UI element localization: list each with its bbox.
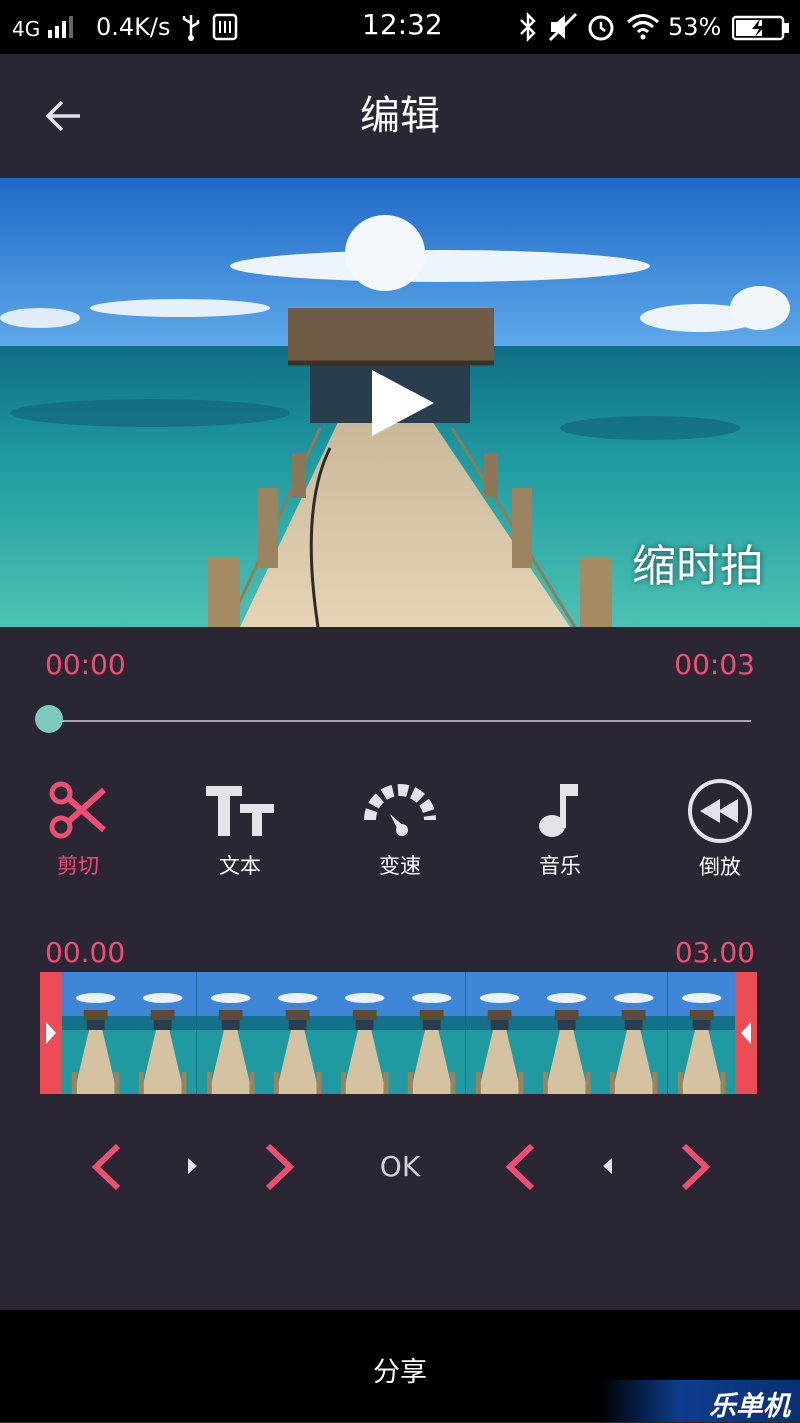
signal-icon	[48, 16, 73, 38]
timeline-frame	[129, 972, 197, 1094]
timeline-frame	[667, 972, 735, 1094]
video-preview[interactable]: 缩时拍	[0, 178, 800, 627]
start-next-button[interactable]	[252, 1140, 306, 1194]
speed-gauge-icon	[364, 784, 436, 836]
tool-speed-label: 变速	[379, 854, 421, 878]
handle-arrow-right-icon	[46, 1022, 56, 1044]
clock: 12:32	[362, 8, 443, 41]
page-title: 编辑	[360, 93, 440, 139]
tool-speed[interactable]: 变速	[340, 780, 460, 890]
trim-end-handle[interactable]	[735, 972, 757, 1094]
timeline-frame	[263, 972, 332, 1094]
storage-icon	[212, 13, 238, 41]
music-note-icon	[539, 784, 578, 837]
brand-logo: 乐单机	[600, 1380, 800, 1422]
bluetooth-icon	[520, 12, 536, 42]
battery-percent: 53%	[668, 13, 722, 41]
wifi-icon	[627, 14, 659, 40]
status-bar: 4G 0.4K/s 12:32 53%	[0, 0, 800, 54]
alarm-icon	[588, 15, 614, 41]
end-next-button[interactable]	[668, 1140, 722, 1194]
usb-icon	[182, 15, 200, 41]
text-icon	[206, 786, 274, 836]
timeline-frame	[62, 972, 130, 1094]
tool-music[interactable]: 音乐	[500, 780, 620, 890]
network-speed: 0.4K/s	[96, 13, 171, 41]
rewind-icon	[688, 779, 752, 843]
scissors-icon	[49, 781, 106, 839]
timeline-frame	[533, 972, 601, 1094]
app-header: 编辑	[0, 54, 800, 178]
tool-music-label: 音乐	[539, 854, 581, 878]
share-button[interactable]: 分享	[300, 1350, 500, 1389]
timeline-frame	[196, 972, 264, 1094]
timeline-frame	[331, 972, 399, 1094]
play-icon[interactable]	[366, 366, 438, 440]
handle-arrow-left-icon	[741, 1022, 751, 1044]
tool-text[interactable]: 文本	[180, 780, 300, 890]
timeline-frame	[465, 972, 534, 1094]
network-type: 4G	[12, 17, 41, 41]
start-marker-icon	[188, 1158, 197, 1174]
tool-reverse-label: 倒放	[699, 855, 741, 879]
start-prev-button[interactable]	[80, 1140, 134, 1194]
tool-reverse[interactable]: 倒放	[660, 779, 780, 890]
timeline-strip[interactable]	[40, 972, 757, 1094]
tool-cut-label: 剪切	[57, 854, 99, 878]
video-watermark: 缩时拍	[632, 541, 764, 592]
mute-icon	[548, 12, 578, 42]
seek-thumb[interactable]	[35, 705, 63, 733]
trim-start-time: 00.00	[45, 936, 126, 969]
end-marker-icon	[603, 1158, 612, 1174]
trim-start-handle[interactable]	[40, 972, 62, 1094]
ok-button[interactable]: OK	[360, 1150, 440, 1183]
tool-text-label: 文本	[219, 854, 261, 878]
trim-end-time: 03.00	[674, 936, 755, 969]
current-time: 00:00	[45, 648, 126, 681]
timeline-frame	[398, 972, 466, 1094]
total-time: 00:03	[674, 648, 755, 681]
brand-text: 乐单机	[709, 1391, 790, 1422]
end-prev-button[interactable]	[494, 1140, 548, 1194]
seek-bar[interactable]	[48, 720, 751, 722]
battery-charging-icon	[732, 15, 789, 41]
tool-cut[interactable]: 剪切	[18, 780, 138, 890]
timeline-frame	[600, 972, 668, 1094]
